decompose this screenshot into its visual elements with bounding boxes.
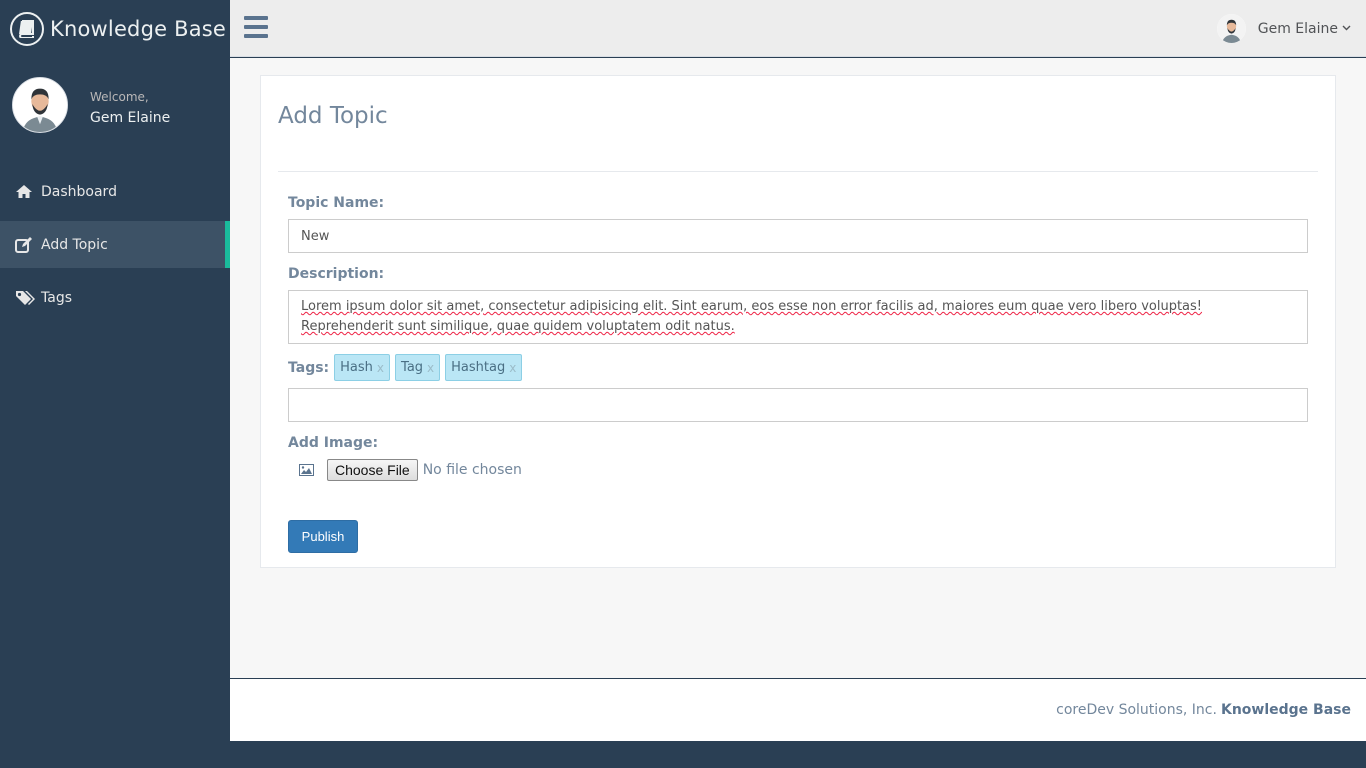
user-menu[interactable]: Gem Elaine [1216, 14, 1351, 43]
tag-remove-icon[interactable]: x [377, 361, 384, 375]
brand[interactable]: Knowledge Base [0, 0, 230, 57]
tag-label: Hash [340, 360, 373, 375]
book-icon [10, 11, 44, 46]
description-textarea[interactable]: Lorem ipsum dolor sit amet, consectetur … [288, 290, 1308, 344]
topic-name-value: New [301, 228, 330, 244]
sidebar-item-label: Tags [41, 289, 72, 306]
tag-remove-icon[interactable]: x [509, 361, 516, 375]
choose-file-button[interactable]: Choose File [327, 459, 418, 481]
profile-name: Gem Elaine [90, 110, 171, 126]
add-topic-panel: Add Topic Topic Name: New Description: L… [260, 75, 1336, 568]
add-image-label: Add Image: [288, 435, 379, 451]
avatar [12, 77, 68, 133]
edit-icon [15, 236, 35, 254]
main-content: Add Topic Topic Name: New Description: L… [230, 58, 1366, 678]
tags-input[interactable] [288, 388, 1308, 422]
home-icon [15, 183, 35, 201]
tag-label: Tag [401, 360, 424, 375]
sidebar: Knowledge Base Welcome, Gem Elaine Dashb… [0, 0, 230, 768]
footer-company: coreDev Solutions, Inc. [1056, 702, 1217, 718]
top-nav: Gem Elaine [230, 0, 1366, 57]
file-upload: Choose File No file chosen [299, 459, 522, 481]
tags-icon [15, 289, 35, 307]
tags-row: Tags: Hash x Tag x Hashtag x [288, 354, 523, 381]
brand-title: Knowledge Base [50, 16, 227, 41]
welcome-text: Welcome, [90, 90, 149, 104]
footer-brand[interactable]: Knowledge Base [1221, 702, 1351, 718]
image-icon [299, 461, 314, 480]
tag-chip[interactable]: Hashtag x [445, 354, 523, 381]
sidebar-nav: Dashboard Add Topic Tags [0, 168, 230, 327]
sidebar-item-label: Dashboard [41, 183, 117, 200]
tag-remove-icon[interactable]: x [427, 361, 434, 375]
user-name: Gem Elaine [1257, 20, 1338, 37]
sidebar-item-label: Add Topic [41, 236, 108, 253]
sidebar-item-dashboard[interactable]: Dashboard [0, 168, 230, 215]
topic-name-input[interactable]: New [288, 219, 1308, 253]
tag-chip[interactable]: Hash x [334, 354, 391, 381]
sidebar-item-tags[interactable]: Tags [0, 274, 230, 321]
tag-label: Hashtag [451, 360, 506, 375]
description-value: Lorem ipsum dolor sit amet, consectetur … [301, 299, 1203, 334]
page-title: Add Topic [278, 103, 388, 129]
footer: coreDev Solutions, Inc. Knowledge Base [230, 679, 1366, 741]
file-status: No file chosen [422, 462, 522, 478]
publish-button[interactable]: Publish [288, 520, 358, 553]
chevron-down-icon [1342, 23, 1351, 34]
hamburger-menu-icon[interactable] [244, 16, 268, 38]
topic-name-label: Topic Name: [288, 195, 385, 211]
avatar [1216, 14, 1246, 43]
description-label: Description: [288, 266, 385, 282]
sidebar-item-add-topic[interactable]: Add Topic [0, 221, 230, 268]
tag-chip[interactable]: Tag x [395, 354, 441, 381]
divider [278, 171, 1318, 172]
tags-label: Tags: [288, 359, 330, 376]
